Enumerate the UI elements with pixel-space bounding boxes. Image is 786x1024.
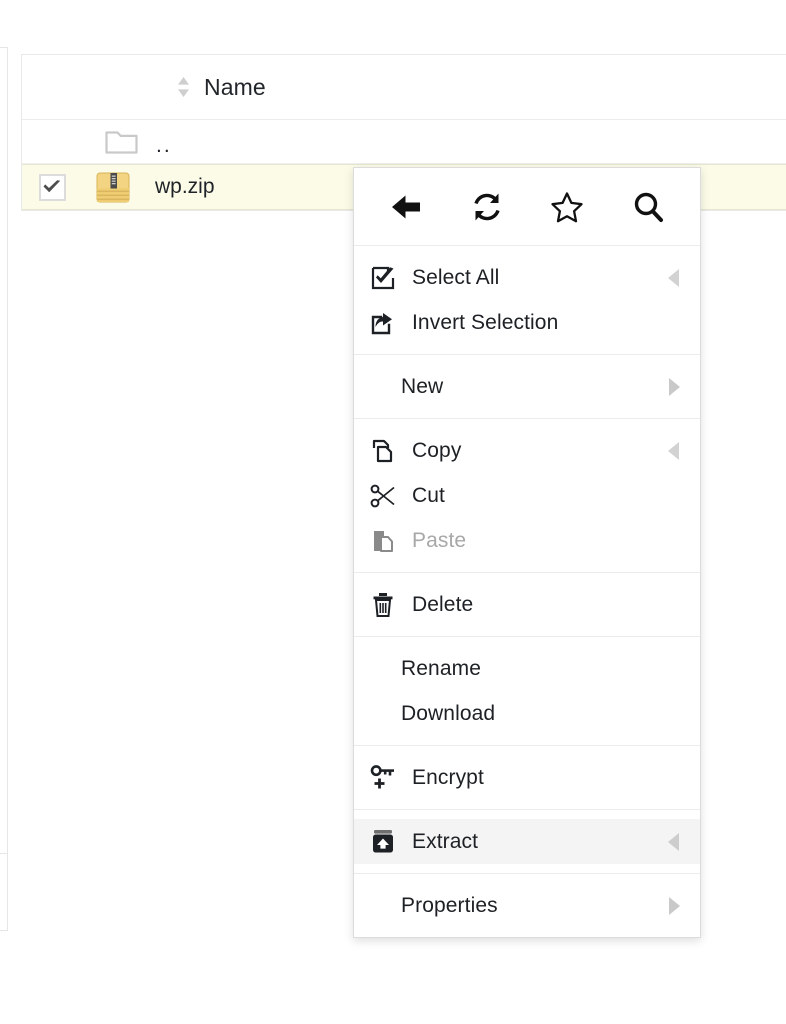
trash-icon — [354, 592, 412, 617]
row-icon-cell — [90, 129, 152, 155]
menu-item-label: Delete — [412, 592, 474, 616]
menu-item-cut[interactable]: Cut — [354, 473, 700, 518]
menu-item-encrypt[interactable]: Encrypt — [354, 755, 700, 800]
table-row[interactable]: .. — [22, 120, 786, 164]
menu-group: Delete — [354, 573, 700, 637]
no-arrow — [666, 531, 682, 551]
paste-icon — [354, 529, 412, 553]
menu-item-label: Copy — [412, 438, 462, 462]
chevron-right-icon — [666, 377, 682, 397]
folder-icon — [104, 129, 138, 155]
row-checkbox[interactable] — [38, 173, 66, 201]
menu-group: Rename Download — [354, 637, 700, 746]
menu-group: Extract — [354, 810, 700, 874]
back-icon — [389, 192, 423, 222]
menu-item-label: New — [401, 374, 444, 398]
chevron-left-icon — [666, 832, 682, 852]
bookmark-button[interactable] — [540, 180, 594, 234]
back-button[interactable] — [379, 180, 433, 234]
menu-item-delete[interactable]: Delete — [354, 582, 700, 627]
menu-item-invert-selection[interactable]: Invert Selection — [354, 300, 700, 345]
row-name-label: .. — [156, 133, 172, 157]
menu-item-label: Download — [401, 701, 496, 725]
sort-updown-icon[interactable] — [177, 77, 190, 97]
context-menu-toolbar — [354, 168, 700, 246]
chevron-right-icon — [666, 896, 682, 916]
menu-item-extract[interactable]: Extract — [354, 819, 700, 864]
no-arrow — [666, 595, 682, 615]
context-menu: Select All Invert Selection New Copy Cut… — [353, 167, 701, 938]
menu-item-paste: Paste — [354, 518, 700, 563]
menu-item-label: Paste — [412, 528, 467, 552]
no-arrow — [666, 659, 682, 679]
left-sidebar-panel — [0, 47, 8, 931]
sidebar-divider — [0, 853, 8, 854]
no-arrow — [666, 313, 682, 333]
zip-archive-icon — [96, 171, 130, 204]
menu-group: New — [354, 355, 700, 419]
menu-group: Encrypt — [354, 746, 700, 810]
key-plus-icon — [354, 764, 412, 791]
menu-item-label: Invert Selection — [412, 310, 559, 334]
no-arrow — [666, 486, 682, 506]
menu-item-copy[interactable]: Copy — [354, 428, 700, 473]
no-arrow — [666, 768, 682, 788]
menu-group: Copy Cut Paste — [354, 419, 700, 573]
menu-item-label: Encrypt — [412, 765, 484, 789]
search-icon — [632, 191, 664, 223]
chevron-left-icon — [666, 268, 682, 288]
search-button[interactable] — [621, 180, 675, 234]
column-header-label: Name — [204, 73, 266, 100]
menu-group: Select All Invert Selection — [354, 246, 700, 355]
extract-icon — [354, 829, 412, 854]
file-table-header: Name — [22, 55, 786, 120]
chevron-left-icon — [666, 441, 682, 461]
no-arrow — [666, 704, 682, 724]
menu-item-label: Extract — [412, 829, 479, 853]
star-icon — [550, 191, 584, 223]
menu-item-properties[interactable]: Properties — [354, 883, 700, 928]
checkbox-checked-icon — [354, 266, 412, 290]
menu-item-label: Rename — [401, 656, 481, 680]
row-name-label: wp.zip — [155, 175, 215, 198]
menu-item-new[interactable]: New — [354, 364, 700, 409]
column-header-name[interactable]: Name — [177, 74, 266, 101]
menu-item-select-all[interactable]: Select All — [354, 255, 700, 300]
invert-selection-icon — [354, 311, 412, 335]
menu-item-label: Properties — [401, 893, 498, 917]
menu-group: Properties — [354, 874, 700, 937]
row-checkbox-cell[interactable] — [22, 173, 82, 201]
menu-item-label: Select All — [412, 265, 500, 289]
copy-icon — [354, 439, 412, 463]
scissors-icon — [354, 484, 412, 508]
row-icon-cell — [82, 171, 144, 204]
menu-item-label: Cut — [412, 483, 445, 507]
refresh-icon — [471, 191, 503, 223]
menu-item-download[interactable]: Download — [354, 691, 700, 736]
refresh-button[interactable] — [460, 180, 514, 234]
menu-item-rename[interactable]: Rename — [354, 646, 700, 691]
app-root: Name .. wp.zip Select All Invert Selecti… — [0, 0, 786, 1024]
